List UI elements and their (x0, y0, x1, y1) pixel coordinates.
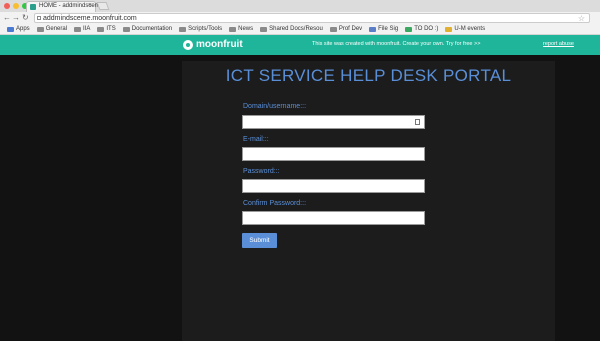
bookmark-item[interactable]: Documentation (122, 26, 172, 32)
confirm-password-label: Confirm Password::: (243, 200, 307, 207)
bookmark-item[interactable]: General (36, 26, 67, 32)
window-controls (4, 3, 28, 9)
folder-icon (36, 26, 44, 32)
calendar-icon (445, 26, 453, 32)
email-label: E-mail::: (243, 136, 269, 143)
promo-link[interactable]: This site was created with moonfruit. Cr… (312, 41, 480, 47)
submit-button[interactable]: Submit (242, 233, 277, 248)
apps-grid-icon (7, 26, 14, 32)
folder-icon (260, 26, 268, 32)
bookmark-item[interactable]: News (229, 26, 253, 32)
moonfruit-logo-icon (183, 39, 193, 50)
reload-icon[interactable]: ↻ (22, 13, 29, 23)
password-label: Password::: (243, 168, 280, 175)
username-label: Domain/username::: (243, 103, 307, 110)
address-bar[interactable]: addmindsceme.moonfruit.com ☆ (34, 13, 590, 23)
folder-icon (74, 26, 82, 32)
browser-tab[interactable]: HOME - addmindsceme × (26, 1, 103, 12)
email-input[interactable] (242, 147, 425, 161)
close-tab-icon[interactable]: × (88, 2, 92, 9)
brand-name: moonfruit (196, 39, 243, 50)
todo-icon (405, 26, 413, 32)
page-title: ICT SERVICE HELP DESK PORTAL (225, 66, 512, 85)
bookmark-item[interactable]: Scripts/Tools (179, 26, 222, 32)
form-panel: ICT SERVICE HELP DESK PORTAL Domain/user… (182, 61, 555, 341)
bookmark-item[interactable]: IIA (74, 26, 90, 32)
browser-toolbar: ← → ↻ addmindsceme.moonfruit.com ☆ (0, 12, 600, 24)
bookmarks-bar: Apps General IIA ITS Documentation Scrip… (0, 24, 600, 35)
bookmark-item[interactable]: ITS (97, 26, 116, 32)
minimize-window-button[interactable] (13, 3, 19, 9)
folder-icon (97, 26, 105, 32)
folder-icon (179, 26, 187, 32)
back-arrow-icon[interactable]: ← (3, 13, 11, 23)
folder-icon (229, 26, 237, 32)
folder-icon (122, 26, 130, 32)
password-input[interactable] (242, 179, 425, 193)
bookmark-item[interactable]: File Sig (369, 26, 398, 32)
forward-arrow-icon[interactable]: → (12, 13, 20, 23)
bookmark-item[interactable]: Apps (7, 26, 30, 32)
bookmark-item[interactable]: Prof Dev (329, 26, 362, 32)
bookmark-item[interactable]: Shared Docs/Resou (260, 26, 323, 32)
folder-icon (329, 26, 337, 32)
tab-title: HOME - addmindsceme (39, 3, 104, 9)
page-info-icon[interactable] (37, 16, 41, 20)
url-text: addmindsceme.moonfruit.com (43, 15, 137, 22)
file-icon (369, 26, 377, 32)
username-input[interactable] (242, 115, 425, 129)
new-tab-button[interactable] (96, 2, 110, 10)
password-manager-icon[interactable] (415, 119, 420, 125)
moonfruit-banner: moonfruit This site was created with moo… (0, 35, 600, 55)
confirm-password-input[interactable] (242, 211, 425, 225)
report-abuse-link[interactable]: report abuse (543, 41, 574, 47)
bookmark-item[interactable]: U-M events (445, 26, 485, 32)
moonfruit-favicon-icon (30, 4, 36, 10)
bookmark-star-icon[interactable]: ☆ (578, 14, 585, 23)
close-window-button[interactable] (4, 3, 10, 9)
moonfruit-logo[interactable]: moonfruit (183, 39, 243, 50)
bookmark-item[interactable]: TO DO :) (405, 26, 438, 32)
